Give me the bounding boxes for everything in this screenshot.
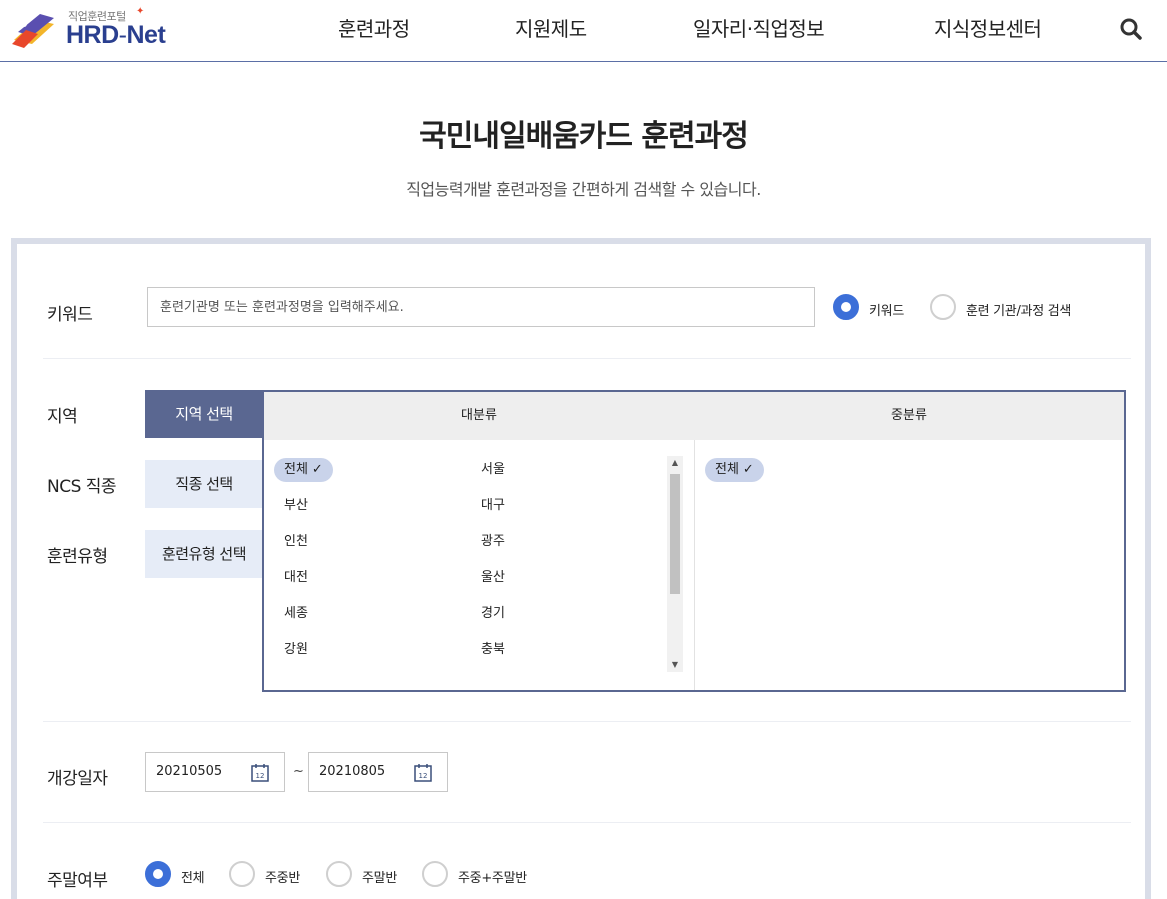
- site-header: 직업훈련포털 ✦ HRD-Net 훈련과정 지원제도 일자리·직업정보 지식정보…: [0, 0, 1167, 62]
- keyword-label: 키워드: [47, 305, 93, 325]
- radio-weekend-label[interactable]: 주말반: [362, 867, 397, 886]
- logo-wordmark: HRD-Net: [66, 21, 166, 50]
- keyword-input[interactable]: [147, 287, 815, 327]
- search-form: 키워드 키워드 훈련 기관/과정 검색 지역 NCS 직종 훈련유형 지역 선택…: [11, 238, 1151, 899]
- start-date-value: 20210505: [156, 764, 223, 779]
- nav-training-courses[interactable]: 훈련과정: [338, 0, 410, 60]
- end-date-value: 20210805: [319, 764, 386, 779]
- page-subtitle: 직업능력개발 훈련과정을 간편하게 검색할 수 있습니다.: [406, 180, 761, 199]
- nav-knowledge-center[interactable]: 지식정보센터: [934, 0, 1042, 60]
- divider: [43, 822, 1131, 823]
- nav-jobs-info[interactable]: 일자리·직업정보: [693, 0, 825, 60]
- logo-wordmark-dash: -: [118, 21, 127, 49]
- weekend-label: 주말여부: [47, 871, 108, 891]
- calendar-icon[interactable]: 12: [413, 763, 433, 783]
- hrd-net-logo[interactable]: 직업훈련포털 ✦ HRD-Net: [10, 6, 180, 52]
- logo-wordmark-hrd: HRD: [66, 21, 119, 49]
- major-item-label: 전체: [284, 462, 308, 477]
- radio-institution-search[interactable]: [930, 294, 956, 320]
- date-range-separator: ~: [293, 764, 304, 779]
- start-date-label: 개강일자: [47, 769, 108, 789]
- end-date-input[interactable]: 20210805 12: [308, 752, 448, 792]
- region-label: 지역: [47, 407, 78, 427]
- region-select-button[interactable]: 지역 선택: [145, 390, 263, 438]
- radio-weekday-label[interactable]: 주중반: [265, 867, 300, 886]
- divider: [43, 358, 1131, 359]
- major-item-selected[interactable]: 전체 ✓: [274, 458, 333, 482]
- calendar-icon[interactable]: 12: [250, 763, 270, 783]
- start-date-input[interactable]: 20210505 12: [145, 752, 285, 792]
- radio-weekday-weekend-label[interactable]: 주중+주말반: [458, 867, 527, 886]
- major-item[interactable]: 서울: [481, 458, 505, 482]
- major-category-header: 대분류: [264, 392, 694, 440]
- radio-keyword[interactable]: [833, 294, 859, 320]
- radio-weekday[interactable]: [229, 861, 255, 887]
- major-item[interactable]: 울산: [481, 566, 505, 590]
- radio-keyword-label[interactable]: 키워드: [869, 300, 904, 319]
- major-item[interactable]: 부산: [284, 494, 308, 518]
- scroll-up-arrow-icon[interactable]: ▲: [667, 456, 683, 470]
- major-list-scrollbar[interactable]: ▲ ▼: [667, 456, 683, 672]
- major-item[interactable]: 광주: [481, 530, 505, 554]
- minor-category-header: 중분류: [694, 392, 1124, 440]
- divider: [43, 721, 1131, 722]
- radio-institution-search-label[interactable]: 훈련 기관/과정 검색: [966, 300, 1071, 319]
- page-title: 국민내일배움카드 훈련과정: [419, 119, 749, 154]
- major-item[interactable]: 대구: [481, 494, 505, 518]
- nav-support-system[interactable]: 지원제도: [515, 0, 587, 60]
- logo-emblem-icon: [12, 14, 54, 48]
- training-type-label: 훈련유형: [47, 547, 108, 567]
- major-item[interactable]: 충북: [481, 638, 505, 662]
- radio-weekend[interactable]: [326, 861, 352, 887]
- scrollbar-thumb[interactable]: [670, 474, 680, 594]
- check-icon: ✓: [742, 462, 754, 477]
- minor-item-selected[interactable]: 전체 ✓: [705, 458, 764, 482]
- logo-star-icon: ✦: [136, 6, 145, 17]
- radio-weekend-all-label[interactable]: 전체: [181, 867, 205, 886]
- minor-item-label: 전체: [715, 462, 739, 477]
- check-icon: ✓: [311, 462, 323, 477]
- training-type-select-button[interactable]: 훈련유형 선택: [145, 530, 263, 578]
- major-item[interactable]: 인천: [284, 530, 308, 554]
- scroll-down-arrow-icon[interactable]: ▼: [667, 658, 683, 672]
- ncs-label: NCS 직종: [47, 477, 117, 497]
- logo-wordmark-net: Net: [126, 21, 166, 49]
- radio-weekday-weekend[interactable]: [422, 861, 448, 887]
- search-icon[interactable]: [1118, 16, 1144, 42]
- major-item[interactable]: 강원: [284, 638, 308, 662]
- calendar-day-text: 12: [256, 772, 265, 780]
- major-item[interactable]: 경기: [481, 602, 505, 626]
- major-item[interactable]: 세종: [284, 602, 308, 626]
- column-divider: [694, 440, 695, 690]
- major-item[interactable]: 대전: [284, 566, 308, 590]
- ncs-select-button[interactable]: 직종 선택: [145, 460, 263, 508]
- radio-weekend-all[interactable]: [145, 861, 171, 887]
- region-category-panel: 대분류 중분류 전체 ✓ 서울 부산 대구 인천 광주 대전 울산 세종 경기 강…: [262, 390, 1126, 692]
- calendar-day-text: 12: [419, 772, 428, 780]
